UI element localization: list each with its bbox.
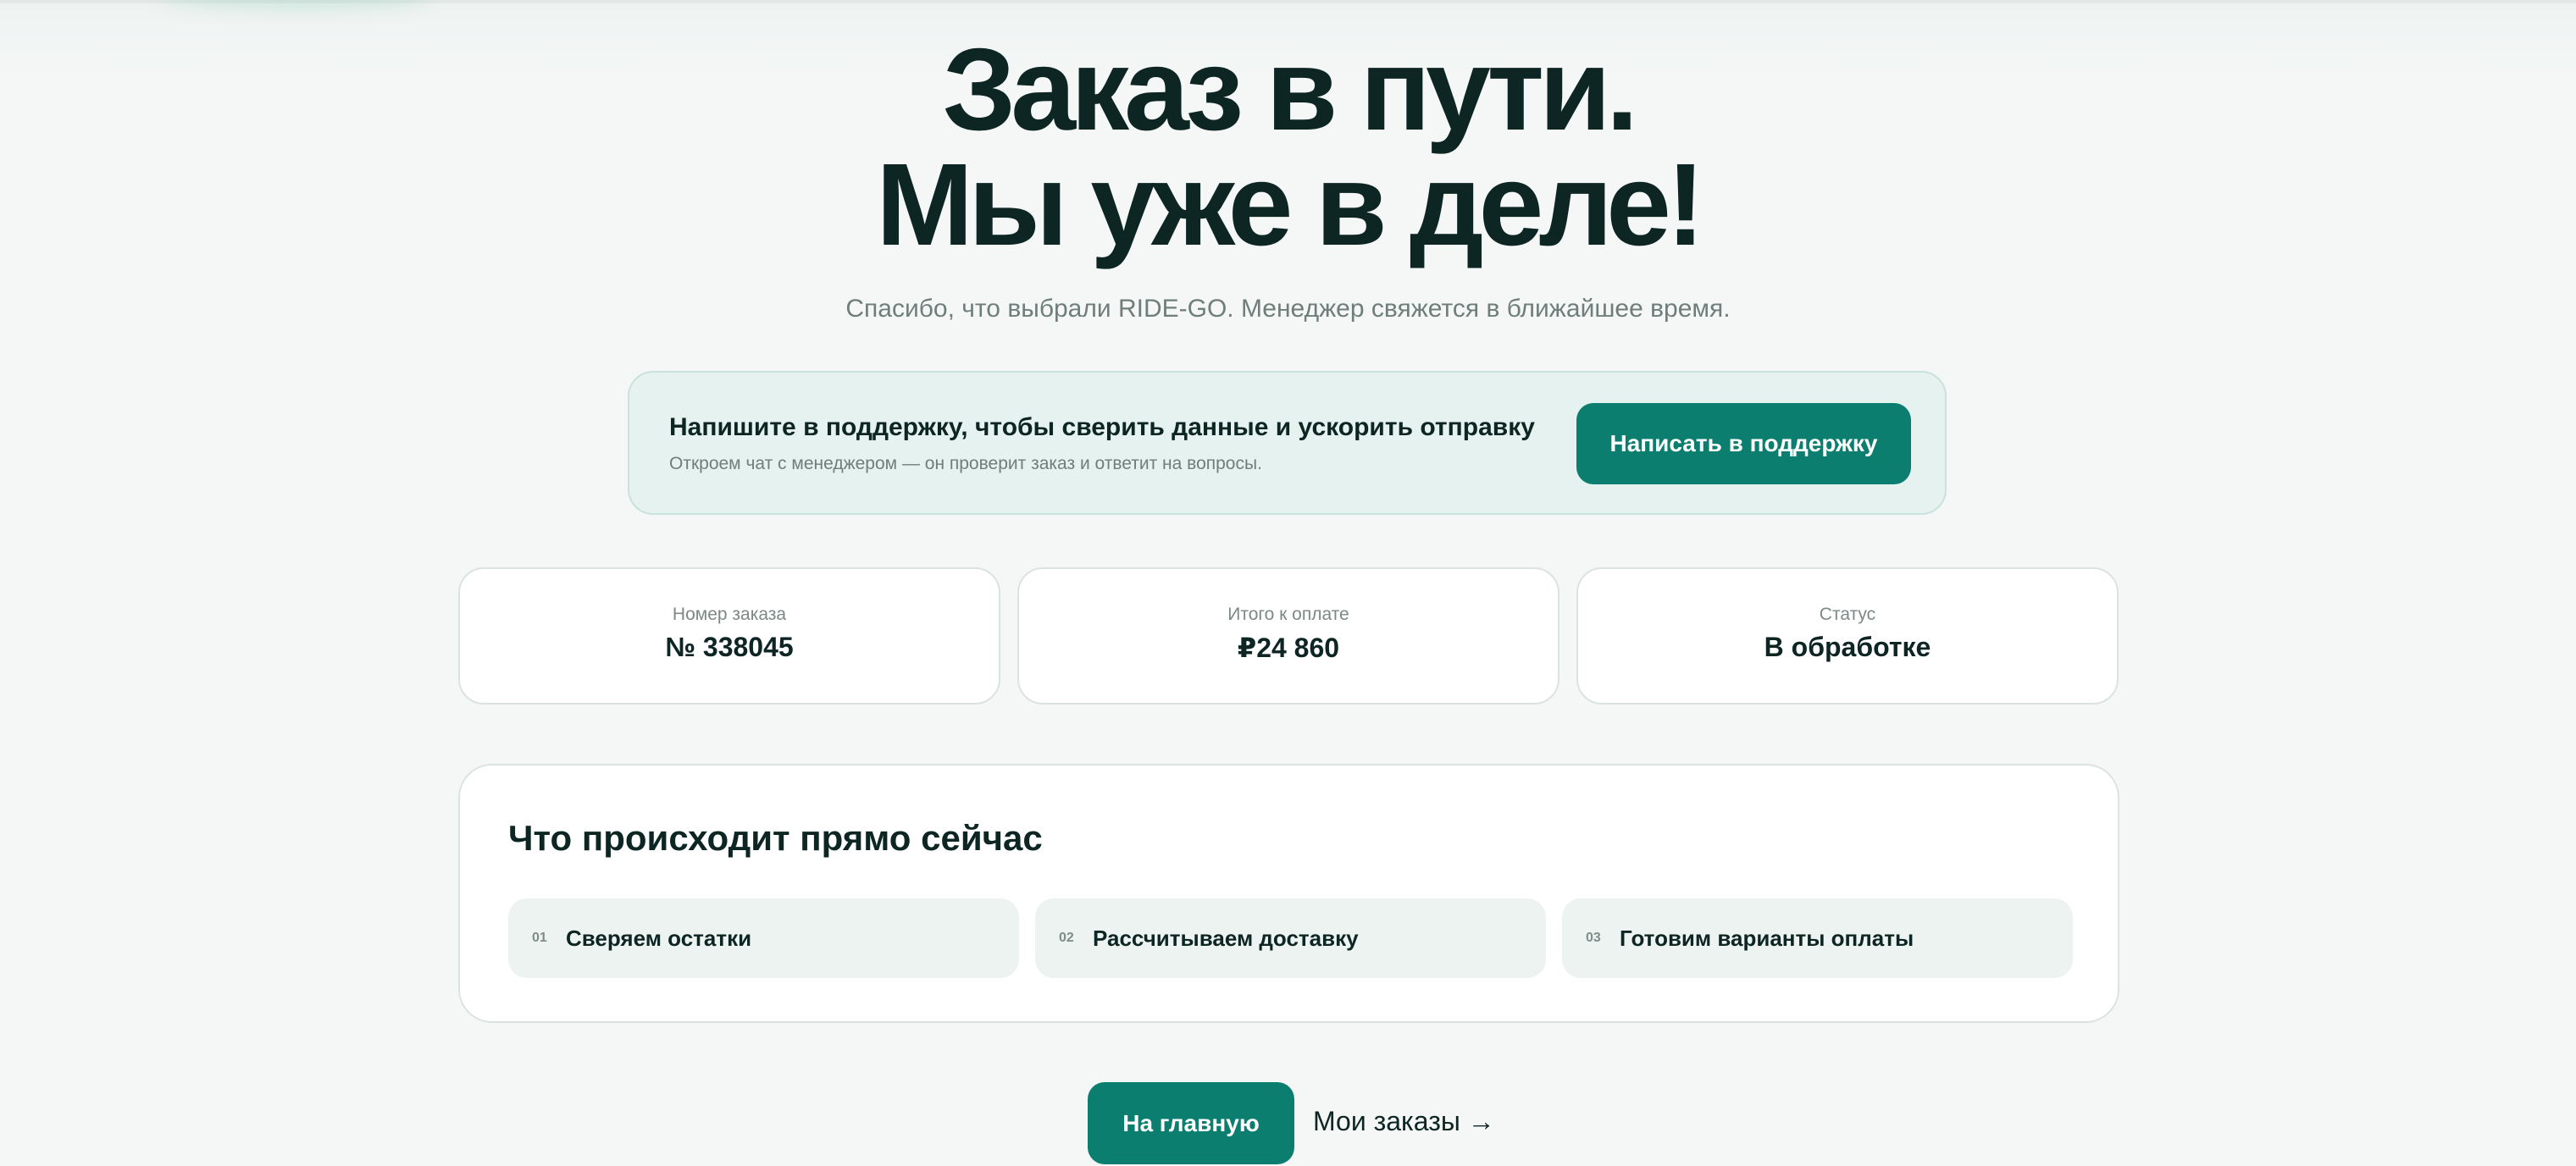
step-number: 03 [1586,931,1601,945]
progress-title: Что происходит прямо сейчас [508,818,1043,858]
step-label: Готовим варианты оплаты [1620,925,1914,951]
support-description: Откроем чат с менеджером — он проверит з… [669,454,1262,473]
page-subtitle: Спасибо, что выбрали RIDE-GO. Менеджер с… [845,295,1731,323]
support-banner: Напишите в поддержку, чтобы сверить данн… [628,371,1947,515]
total-label: Итого к оплате [1227,605,1349,624]
step-item: 03 Готовим варианты оплаты [1562,898,2073,978]
order-number-label: Номер заказа [672,605,787,624]
progress-section: Что происходит прямо сейчас 01 Сверяем о… [458,764,2119,1023]
write-support-button[interactable]: Написать в поддержку [1576,403,1911,484]
title-line-1: Заказ в пути. [942,25,1638,155]
title-line-2: Мы уже в деле! [876,140,1705,270]
status-card: Статус В обработке [1576,567,2119,705]
total-value: ₽24 860 [1237,633,1340,663]
home-button[interactable]: На главную [1088,1082,1294,1164]
order-number-value: № 338045 [665,632,794,662]
support-title: Напишите в поддержку, чтобы сверить данн… [669,413,1535,441]
step-label: Сверяем остатки [566,925,752,951]
step-item: 01 Сверяем остатки [508,898,1019,978]
status-value: В обработке [1764,632,1931,662]
my-orders-link[interactable]: Мои заказы → [1313,1106,1495,1137]
hero-section: Заказ в пути. Мы уже в деле! Спасибо, чт… [0,25,2576,323]
step-number: 02 [1059,931,1074,945]
total-card: Итого к оплате ₽24 860 [1017,567,1559,705]
step-item: 02 Рассчитываем доставку [1035,898,1546,978]
status-label: Статус [1819,605,1876,624]
step-number: 01 [532,931,547,945]
step-label: Рассчитываем доставку [1093,925,1359,951]
order-number-card: Номер заказа № 338045 [458,567,1000,705]
page-title: Заказ в пути. Мы уже в деле! [0,25,2576,270]
